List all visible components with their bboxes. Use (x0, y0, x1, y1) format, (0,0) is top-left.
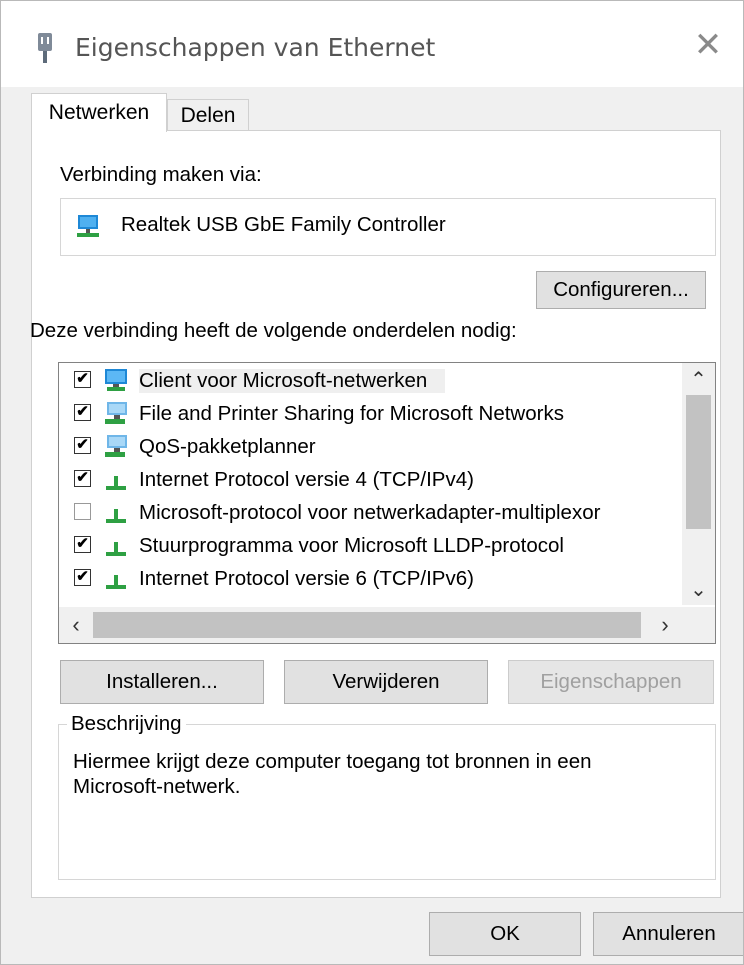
components-list[interactable]: ✔ Client voor Microsoft-netwerken ✔ File… (58, 362, 716, 644)
description-legend: Beschrijving (67, 712, 186, 736)
connect-via-label: Verbinding maken via: (60, 163, 262, 186)
protocol-icon (106, 542, 126, 556)
close-icon: ✕ (693, 26, 723, 64)
scroll-down-icon[interactable]: ⌄ (682, 573, 715, 605)
adapter-field: Realtek USB GbE Family Controller (60, 198, 716, 256)
tab-panel-netwerken: Verbinding maken via: Realtek USB GbE Fa… (30, 130, 721, 898)
cancel-button[interactable]: Annuleren (593, 912, 743, 956)
network-client-icon (105, 369, 127, 391)
protocol-icon (106, 476, 126, 490)
properties-dialog: Eigenschappen van Ethernet ✕ Netwerken D… (0, 0, 744, 965)
list-item[interactable]: ✔ Client voor Microsoft-netwerken (59, 365, 679, 397)
list-item-label: Stuurprogramma voor Microsoft LLDP-proto… (139, 534, 564, 557)
list-item[interactable]: ✔ File and Printer Sharing for Microsoft… (59, 398, 679, 430)
tab-delen[interactable]: Delen (167, 99, 249, 132)
protocol-icon (106, 575, 126, 589)
list-item-label: QoS-pakketplanner (139, 435, 316, 458)
checkbox[interactable]: ✔ (74, 371, 91, 388)
ethernet-plug-icon (38, 33, 52, 63)
vertical-scroll-thumb[interactable] (686, 395, 711, 529)
checkbox[interactable] (74, 503, 91, 520)
title-bar[interactable]: Eigenschappen van Ethernet ✕ (1, 1, 743, 87)
install-button[interactable]: Installeren... (60, 660, 264, 704)
description-text: Hiermee krijgt deze computer toegang tot… (73, 750, 592, 798)
description-group: Beschrijving Hiermee krijgt deze compute… (58, 712, 716, 880)
vertical-scrollbar[interactable]: ⌃ ⌄ (682, 363, 715, 605)
network-service-icon (105, 402, 127, 424)
list-item-label: File and Printer Sharing for Microsoft N… (139, 402, 564, 425)
list-item-label: Internet Protocol versie 4 (TCP/IPv4) (139, 468, 474, 491)
ok-button[interactable]: OK (429, 912, 581, 956)
network-service-icon (105, 435, 127, 457)
properties-button[interactable]: Eigenschappen (508, 660, 714, 704)
list-item[interactable]: ✔ Stuurprogramma voor Microsoft LLDP-pro… (59, 530, 679, 562)
tab-netwerken[interactable]: Netwerken (31, 93, 167, 132)
list-item[interactable]: ✔ Internet Protocol versie 4 (TCP/IPv4) (59, 464, 679, 496)
window-title: Eigenschappen van Ethernet (75, 33, 436, 62)
list-item[interactable]: Microsoft-protocol voor netwerkadapter-m… (59, 497, 679, 529)
adapter-name: Realtek USB GbE Family Controller (121, 213, 446, 236)
list-item-label: Client voor Microsoft-netwerken (139, 369, 446, 393)
checkbox[interactable]: ✔ (74, 437, 91, 454)
remove-button[interactable]: Verwijderen (284, 660, 488, 704)
close-button[interactable]: ✕ (673, 15, 743, 75)
scroll-right-icon[interactable]: › (648, 607, 682, 643)
list-item[interactable]: ✔ Internet Protocol versie 6 (TCP/IPv6) (59, 563, 679, 595)
configure-button[interactable]: Configureren... (536, 271, 706, 309)
horizontal-scrollbar[interactable]: ‹ › (59, 607, 715, 643)
network-adapter-icon (77, 215, 99, 237)
protocol-icon (106, 509, 126, 523)
list-item-label: Internet Protocol versie 6 (TCP/IPv6) (139, 567, 474, 590)
horizontal-scroll-thumb[interactable] (93, 612, 641, 638)
list-item[interactable]: ✔ QoS-pakketplanner (59, 431, 679, 463)
scroll-up-icon[interactable]: ⌃ (682, 363, 715, 395)
checkbox[interactable]: ✔ (74, 536, 91, 553)
checkbox[interactable]: ✔ (74, 470, 91, 487)
checkbox[interactable]: ✔ (74, 569, 91, 586)
list-item-label: Microsoft-protocol voor netwerkadapter-m… (139, 501, 601, 524)
components-label: Deze verbinding heeft de volgende onderd… (30, 319, 517, 342)
scrollbar-corner (682, 607, 715, 643)
checkbox[interactable]: ✔ (74, 404, 91, 421)
scroll-left-icon[interactable]: ‹ (59, 607, 93, 643)
